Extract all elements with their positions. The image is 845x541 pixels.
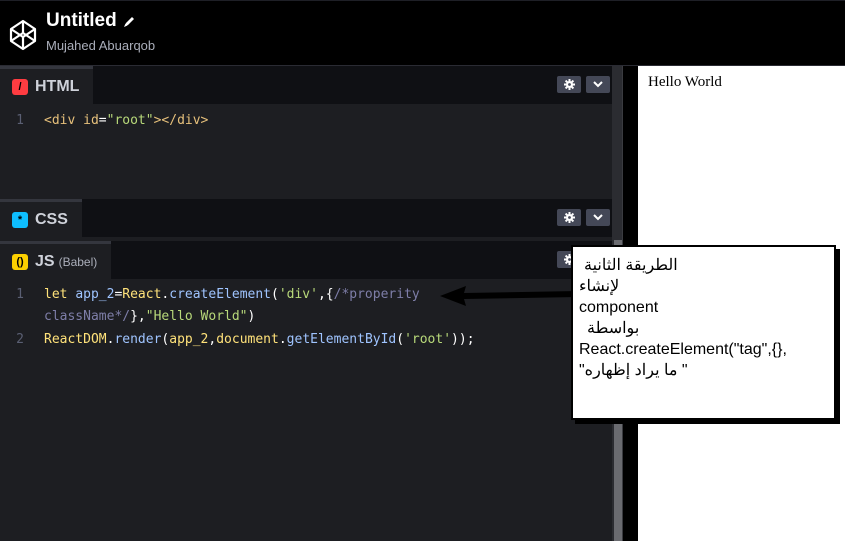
js-code-line: let app_2=React.createElement('div',{/*p…	[44, 287, 420, 302]
html-settings-button[interactable]	[557, 76, 581, 93]
line-number: 1	[16, 287, 24, 302]
preview-output-text: Hello World	[648, 74, 722, 90]
tab-js[interactable]: () JS (Babel)	[0, 241, 112, 279]
tab-js-sublabel: (Babel)	[58, 254, 98, 269]
tab-js-label: JS	[35, 252, 55, 270]
annotation-line: component	[579, 299, 659, 316]
tab-html[interactable]: / HTML	[0, 66, 94, 104]
annotation-line: لإنشاء	[579, 278, 620, 295]
chevron-down-icon	[593, 81, 603, 88]
annotation-box: الطريقة الثانية لإنشاء component بواسطة …	[571, 245, 836, 420]
js-parens-icon: ()	[12, 253, 28, 270]
html-slash-icon: /	[12, 78, 28, 95]
header: Untitled Mujahed Abuarqob	[0, 0, 845, 66]
line-number: 1	[16, 113, 24, 128]
annotation-line: بواسطة	[587, 320, 640, 337]
gear-icon	[563, 79, 575, 90]
annotation-line: الطريقة الثانية	[584, 257, 678, 274]
codepen-logo-icon[interactable]	[8, 18, 38, 52]
css-asterisk-icon: *	[12, 211, 28, 228]
annotation-line: React.createElement("tag",{},	[579, 341, 787, 358]
tab-css-label: CSS	[35, 210, 68, 228]
css-settings-button[interactable]	[557, 209, 581, 226]
html-collapse-button[interactable]	[586, 76, 610, 93]
tab-html-label: HTML	[35, 77, 80, 95]
annotation-line: " ما يراد إظهاره"	[579, 362, 688, 379]
gear-icon	[563, 212, 575, 223]
css-pane-header: * CSS	[0, 199, 612, 237]
css-collapse-button[interactable]	[586, 209, 610, 226]
pen-title[interactable]: Untitled	[46, 10, 117, 32]
js-code-line: className*/},"Hello World")	[44, 309, 256, 324]
author-name[interactable]: Mujahed Abuarqob	[46, 38, 155, 53]
js-code-editor[interactable]: 1 let app_2=React.createElement('div',{/…	[0, 279, 612, 541]
annotation-arrow	[440, 286, 578, 306]
chevron-down-icon	[593, 214, 603, 221]
html-code-line: <div id="root"></div>	[44, 113, 209, 128]
js-code-line: ReactDOM.render(app_2,document.getElemen…	[44, 332, 475, 347]
html-code-editor[interactable]: 1 <div id="root"></div>	[0, 104, 612, 198]
pencil-edit-icon[interactable]	[123, 15, 136, 28]
line-number: 2	[16, 332, 24, 347]
js-pane-header: () JS (Babel)	[0, 241, 612, 279]
html-pane-header: / HTML	[0, 66, 612, 104]
tab-css[interactable]: * CSS	[0, 199, 82, 237]
